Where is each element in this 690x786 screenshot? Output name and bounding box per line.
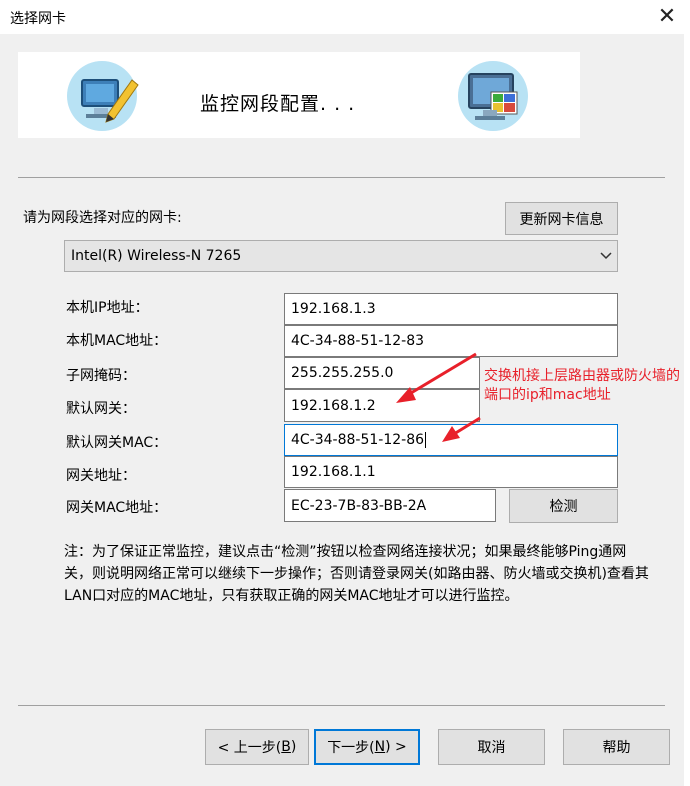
gateway-address-field[interactable]: 192.168.1.1 [284,456,618,488]
close-icon[interactable]: ✕ [650,2,684,32]
annotation-text: 交换机接上层路由器或防火墙的端口的ip和mac地址 [484,368,680,403]
default-gateway-value: 192.168.1.2 [291,397,376,414]
gateway-mac-label: 网关MAC地址： [66,500,168,516]
banner-title: 监控网段配置. . . [200,93,356,115]
annotation-arrows [396,352,481,442]
cancel-button[interactable]: 取消 [438,729,545,765]
local-ip-label: 本机IP地址： [66,300,149,316]
network-monitor-icon [458,61,528,131]
adapter-prompt: 请为网段选择对应的网卡: [23,210,182,226]
adapter-select[interactable]: Intel(R) Wireless-N 7265 [64,240,618,272]
subnet-mask-value: 255.255.255.0 [291,365,394,381]
help-button[interactable]: 帮助 [563,729,670,765]
window-edge [684,34,690,786]
window-title: 选择网卡 [10,11,66,27]
back-label-suffix: ) [290,739,297,755]
next-button[interactable]: 下一步(N) > [314,729,420,765]
back-label-prefix: < 上一步( [217,740,282,756]
adapter-select-value: Intel(R) Wireless-N 7265 [71,248,242,264]
next-label-prefix: 下一步( [327,740,375,756]
local-ip-value: 192.168.1.3 [291,301,376,317]
top-divider [18,177,665,178]
bottom-divider [18,705,665,706]
chevron-down-icon[interactable] [600,251,612,261]
next-accel-key: N [374,739,386,755]
note-text: 注：为了保证正常监控，建议点击“检测”按钮以检查网络连接状况；如果最终能够Pin… [64,544,649,604]
title-bar [0,0,690,34]
default-gateway-mac-label: 默认网关MAC： [66,435,168,451]
refresh-adapter-button[interactable]: 更新网卡信息 [505,202,618,235]
local-mac-label: 本机MAC地址： [66,333,168,349]
back-button[interactable]: < 上一步(B) [205,729,309,765]
gateway-mac-value: EC-23-7B-83-BB-2A [291,497,427,514]
next-label-suffix: ) > [385,739,407,755]
subnet-mask-label: 子网掩码： [66,368,136,384]
gateway-address-label: 网关地址： [66,468,136,484]
detect-button[interactable]: 检测 [509,489,618,523]
monitor-pencil-icon [67,61,139,131]
gateway-address-value: 192.168.1.1 [291,464,376,480]
default-gateway-label: 默认网关： [66,401,136,417]
back-accel-key: B [281,739,291,755]
gateway-mac-field[interactable]: EC-23-7B-83-BB-2A [284,489,496,522]
local-ip-field[interactable]: 192.168.1.3 [284,293,618,325]
